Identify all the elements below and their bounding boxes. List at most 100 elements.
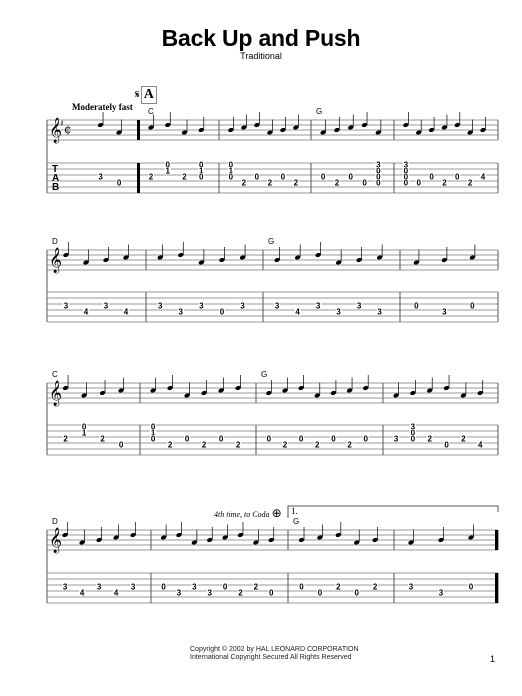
tab-fret-number: 3: [199, 302, 204, 311]
tab-fret-number: 0: [354, 589, 359, 598]
tab-fret-number: 4: [114, 589, 119, 598]
tab-fret-number: 0: [299, 583, 304, 592]
tab-fret-number: 0: [185, 435, 190, 444]
tab-fret-number: 3: [357, 302, 362, 311]
treble-clef-icon: 𝄞: [49, 247, 62, 273]
chord-symbol: C: [52, 370, 58, 379]
tab-fret-number: 0: [444, 441, 449, 450]
tab-fret-number: 0: [376, 179, 381, 188]
chord-symbol: G: [293, 517, 299, 526]
tab-fret-number: 3: [104, 302, 109, 311]
tab-fret-number: 3: [97, 583, 102, 592]
tab-fret-number: 2: [315, 441, 320, 450]
tab-fret-number: 1: [166, 167, 171, 176]
tab-fret-number: 0: [119, 441, 124, 450]
tab-fret-number: 2: [168, 441, 173, 450]
tab-fret-number: 0: [299, 435, 304, 444]
tab-fret-number: 3: [439, 589, 444, 598]
tab-fret-number: 4: [80, 589, 85, 598]
tab-fret-number: 2: [254, 583, 259, 592]
copyright-line-2: International Copyright Secured All Righ…: [190, 654, 352, 661]
tab-fret-number: 0: [229, 173, 234, 182]
tab-fret-number: 2: [149, 173, 154, 182]
copyright-line-1: Copyright © 2002 by HAL LEONARD CORPORAT…: [190, 646, 359, 653]
tab-fret-number: 3: [316, 302, 321, 311]
key-signature-sharp-icon: ♯: [60, 119, 64, 128]
tab-fret-number: 2: [236, 441, 241, 450]
chord-symbol: G: [316, 107, 322, 116]
tab-fret-number: 3: [336, 308, 341, 317]
tab-fret-number: 0: [414, 302, 419, 311]
tab-fret-number: 3: [275, 302, 280, 311]
tab-fret-number: 0: [470, 302, 475, 311]
tab-fret-number: 0: [363, 435, 368, 444]
tab-fret-number: 3: [409, 583, 414, 592]
tab-fret-number: 0: [267, 435, 272, 444]
tab-fret-number: 0: [255, 173, 260, 182]
tab-fret-number: 0: [199, 173, 204, 182]
tab-fret-number: 2: [268, 179, 273, 188]
tab-fret-number: 2: [347, 441, 352, 450]
tab-fret-number: 0: [349, 173, 354, 182]
copyright-footer: Copyright © 2002 by HAL LEONARD CORPORAT…: [190, 646, 359, 662]
treble-clef-icon: 𝄞: [49, 380, 62, 406]
tab-fret-number: 4: [295, 308, 300, 317]
tab-fret-number: 0: [362, 179, 367, 188]
tab-fret-number: 0: [455, 173, 460, 182]
tab-fret-number: 2: [242, 179, 247, 188]
tab-fret-number: 3: [158, 302, 163, 311]
tab-fret-number: 3: [98, 173, 103, 182]
tab-fret-number: 3: [179, 308, 184, 317]
tab-fret-number: 0: [404, 179, 409, 188]
repeat-end-tab-barline: [495, 573, 498, 603]
tab-fret-number: 0: [219, 435, 224, 444]
tab-fret-number: 3: [240, 302, 245, 311]
tab-fret-number: 2: [202, 441, 207, 450]
tab-clef-letter: B: [52, 182, 59, 193]
tab-fret-number: 0: [151, 435, 156, 444]
tab-fret-number: 4: [84, 308, 89, 317]
tab-fret-number: 2: [182, 173, 187, 182]
tab-fret-number: 2: [63, 435, 68, 444]
tab-fret-number: 2: [336, 583, 341, 592]
tab-fret-number: 3: [177, 589, 182, 598]
tab-fret-number: 0: [429, 173, 434, 182]
tab-fret-number: 3: [63, 583, 68, 592]
tab-fret-number: 0: [281, 173, 286, 182]
tab-fret-number: 2: [238, 589, 243, 598]
score-canvas: 𝄞TAB¢♯30201201001020202020030003000 00202…: [46, 107, 499, 604]
tab-fret-number: 2: [373, 583, 378, 592]
tab-fret-number: 2: [427, 435, 432, 444]
treble-clef-icon: 𝄞: [49, 527, 62, 553]
tab-fret-number: 3: [192, 583, 197, 592]
chord-symbol: G: [268, 237, 274, 246]
tab-fret-number: 0: [223, 583, 228, 592]
chord-symbol: D: [52, 517, 58, 526]
tab-fret-number: 0: [269, 589, 274, 598]
tab-fret-number: 2: [294, 179, 299, 188]
tab-fret-number: 1: [82, 429, 87, 438]
chord-symbol: C: [148, 107, 154, 116]
tab-fret-number: 4: [481, 173, 486, 182]
tab-fret-number: 4: [478, 441, 483, 450]
tab-fret-number: 0: [416, 179, 421, 188]
tab-fret-number: 0: [220, 308, 225, 317]
tab-fret-number: 2: [442, 179, 447, 188]
tab-fret-number: 0: [411, 435, 416, 444]
repeat-start-tab-barline: [137, 163, 140, 193]
page-number: 1: [490, 654, 496, 664]
cut-time-icon: ¢: [64, 122, 72, 136]
tab-fret-number: 2: [100, 435, 105, 444]
tab-fret-number: 2: [283, 441, 288, 450]
tab-fret-number: 0: [469, 583, 474, 592]
tab-fret-number: 3: [394, 435, 399, 444]
tab-fret-number: 2: [335, 179, 340, 188]
tab-fret-number: 2: [461, 435, 466, 444]
tab-fret-number: 0: [321, 173, 326, 182]
tab-fret-number: 0: [117, 179, 122, 188]
repeat-end-barline: [495, 530, 498, 550]
chord-symbol: G: [261, 370, 267, 379]
tab-fret-number: 0: [331, 435, 336, 444]
repeat-start-barline: [137, 120, 140, 140]
tab-fret-number: 2: [468, 179, 473, 188]
